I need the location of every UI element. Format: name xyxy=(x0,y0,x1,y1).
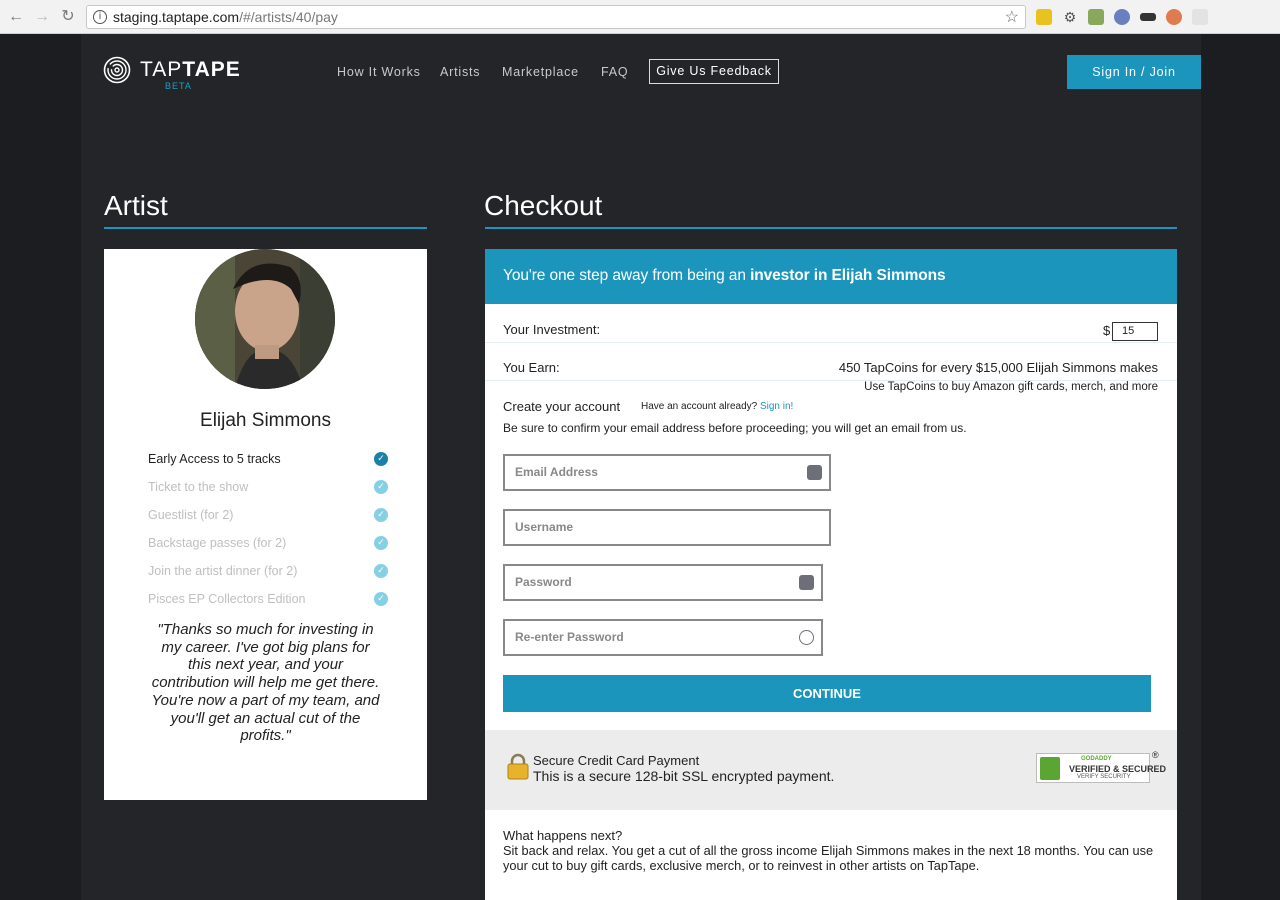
badge-mid-text: VERIFIED & SECURED xyxy=(1069,764,1167,774)
checkout-title-rule xyxy=(485,227,1177,229)
signin-link[interactable]: Sign in! xyxy=(760,401,793,412)
beta-badge: BETA xyxy=(165,81,192,91)
perk-label: Ticket to the show xyxy=(148,480,249,494)
perk-item: Early Access to 5 tracks ✓ xyxy=(148,450,388,470)
next-steps-title: What happens next? xyxy=(503,828,623,843)
taptape-logo[interactable]: TAPTAPE BETA xyxy=(103,56,243,92)
earn-note: Use TapCoins to buy Amazon gift cards, m… xyxy=(864,381,1158,393)
extension-gear-icon[interactable]: ⚙ xyxy=(1062,9,1078,25)
investment-label: Your Investment: xyxy=(503,322,601,337)
banner-bold-text: investor in Elijah Simmons xyxy=(750,267,946,284)
artist-section-title: Artist xyxy=(104,190,168,221)
nav-artists[interactable]: Artists xyxy=(440,65,480,79)
check-icon: ✓ xyxy=(374,536,388,550)
checkout-banner: You're one step away from being an inves… xyxy=(485,249,1177,304)
investment-input[interactable]: 15 xyxy=(1112,322,1158,341)
forward-icon[interactable]: → xyxy=(32,7,52,27)
perk-label: Join the artist dinner (for 2) xyxy=(148,564,298,578)
artist-card: Elijah Simmons Early Access to 5 tracks … xyxy=(104,249,427,800)
repassword-placeholder: Re-enter Password xyxy=(515,630,624,644)
password-placeholder: Password xyxy=(515,575,572,589)
next-steps-body: Sit back and relax. You get a cut of all… xyxy=(503,843,1154,873)
perk-item: Join the artist dinner (for 2) ✓ xyxy=(148,562,388,582)
currency-symbol: $ xyxy=(1103,323,1111,338)
artist-title-rule xyxy=(104,227,427,229)
password-field[interactable]: Password xyxy=(503,564,823,601)
perk-label: Early Access to 5 tracks xyxy=(148,452,281,466)
signin-join-button[interactable]: Sign In / Join xyxy=(1067,55,1201,89)
checkout-section-title: Checkout xyxy=(484,190,603,221)
secure-subtitle: This is a secure 128-bit SSL encrypted p… xyxy=(533,768,835,784)
perk-item: Pisces EP Collectors Edition ✓ xyxy=(148,590,388,610)
password-manager-icon[interactable] xyxy=(799,575,814,590)
info-icon[interactable]: i xyxy=(93,10,107,24)
secure-payment-band: Secure Credit Card Payment This is a sec… xyxy=(485,730,1177,810)
nav-faq[interactable]: FAQ xyxy=(601,65,628,79)
badge-top-text: GODADDY xyxy=(1081,756,1112,762)
artist-quote: "Thanks so much for investing in my care… xyxy=(151,621,380,745)
shield-icon xyxy=(1040,757,1060,780)
email-field[interactable]: Email Address xyxy=(503,454,831,491)
url-text[interactable]: staging.taptape.com/#/artists/40/pay xyxy=(113,9,338,25)
check-icon: ✓ xyxy=(374,592,388,606)
fingerprint-logo-icon xyxy=(103,56,131,84)
artist-name: Elijah Simmons xyxy=(200,410,331,431)
extension-blank-icon[interactable] xyxy=(1192,9,1208,25)
registered-mark: ® xyxy=(1152,750,1159,760)
perk-label: Pisces EP Collectors Edition xyxy=(148,592,306,606)
lock-icon xyxy=(507,753,529,780)
have-account-label: Have an account already? xyxy=(641,401,758,412)
create-account-title: Create your account xyxy=(503,399,621,414)
artist-avatar xyxy=(195,249,335,389)
extension-mask-icon[interactable] xyxy=(1140,13,1156,21)
confirm-note: Be sure to confirm your email address be… xyxy=(503,421,967,435)
username-placeholder: Username xyxy=(515,520,574,534)
perk-label: Backstage passes (for 2) xyxy=(148,536,287,550)
earn-label: You Earn: xyxy=(503,360,560,375)
godaddy-verified-badge[interactable]: GODADDY VERIFIED & SECURED VERIFY SECURI… xyxy=(1036,753,1166,783)
banner-text: You're one step away from being an xyxy=(503,267,751,284)
perk-label: Guestlist (for 2) xyxy=(148,508,234,522)
browser-toolbar: ← → ↻ i staging.taptape.com/#/artists/40… xyxy=(0,0,1280,34)
perk-item: Ticket to the show ✓ xyxy=(148,478,388,498)
check-icon: ✓ xyxy=(374,508,388,522)
brand-name: TAPTAPE xyxy=(140,58,241,81)
extension-image-icon[interactable] xyxy=(1088,9,1104,25)
reload-icon[interactable]: ↻ xyxy=(58,7,78,27)
feedback-button[interactable]: Give Us Feedback xyxy=(649,59,779,84)
repassword-field[interactable]: Re-enter Password xyxy=(503,619,823,656)
badge-bottom-text: VERIFY SECURITY xyxy=(1077,774,1131,780)
check-icon: ✓ xyxy=(374,564,388,578)
bookmark-star-icon[interactable]: ☆ xyxy=(1005,7,1019,27)
nav-how-it-works[interactable]: How It Works xyxy=(337,65,421,79)
key-icon[interactable] xyxy=(799,630,814,645)
divider xyxy=(485,342,1177,343)
back-icon[interactable]: ← xyxy=(6,7,26,27)
checkout-panel: You're one step away from being an inves… xyxy=(485,249,1177,900)
extension-avatar-icon[interactable] xyxy=(1166,9,1182,25)
page-container: TAPTAPE BETA How It Works Artists Market… xyxy=(81,34,1201,900)
nav-marketplace[interactable]: Marketplace xyxy=(502,65,579,79)
continue-button[interactable]: CONTINUE xyxy=(503,675,1151,712)
check-icon: ✓ xyxy=(374,452,388,466)
extension-notes-icon[interactable] xyxy=(1036,9,1052,25)
have-account-text: Have an account already? Sign in! xyxy=(641,401,793,412)
check-icon: ✓ xyxy=(374,480,388,494)
password-manager-icon[interactable] xyxy=(807,465,822,480)
extension-globe-icon[interactable] xyxy=(1114,9,1130,25)
username-field[interactable]: Username xyxy=(503,509,831,546)
email-placeholder: Email Address xyxy=(515,465,598,479)
earn-value: 450 TapCoins for every $15,000 Elijah Si… xyxy=(838,360,1158,375)
perk-item: Backstage passes (for 2) ✓ xyxy=(148,534,388,554)
perk-item: Guestlist (for 2) ✓ xyxy=(148,506,388,526)
address-bar[interactable]: i staging.taptape.com/#/artists/40/pay ☆ xyxy=(86,5,1026,29)
secure-title: Secure Credit Card Payment xyxy=(533,753,700,768)
